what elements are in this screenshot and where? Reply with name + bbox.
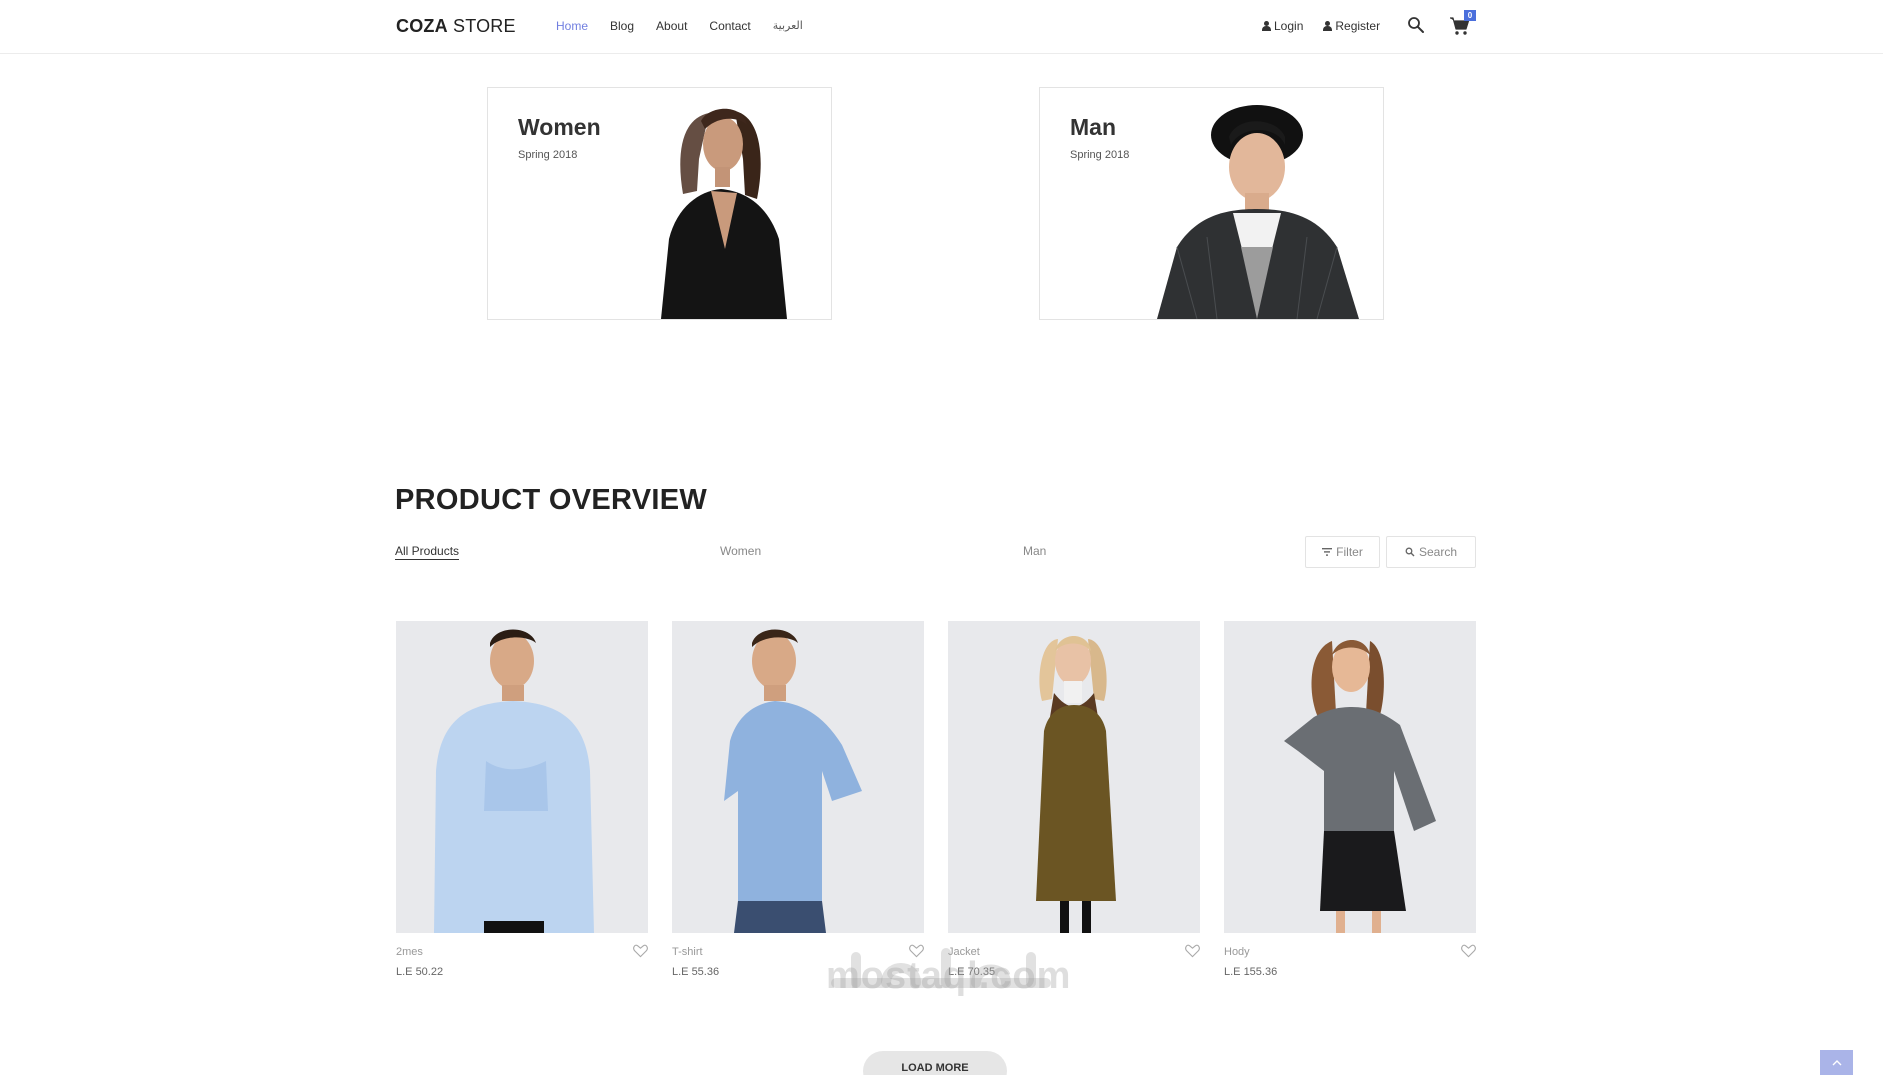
nav-home[interactable]: Home [556, 19, 588, 33]
register-link[interactable]: Register [1323, 19, 1380, 33]
account-links: Login Register [1262, 19, 1380, 33]
product-image[interactable] [672, 621, 924, 933]
heart-icon[interactable] [1461, 944, 1476, 958]
banner-women[interactable]: Women Spring 2018 [487, 87, 832, 320]
product-name: Hody [1224, 946, 1250, 958]
login-label: Login [1274, 19, 1304, 33]
login-link[interactable]: Login [1262, 19, 1303, 33]
filter-button[interactable]: Filter [1305, 536, 1380, 568]
search-icon[interactable] [1407, 16, 1425, 34]
nav-blog[interactable]: Blog [610, 19, 634, 33]
nav-arabic[interactable]: العربية [773, 19, 803, 33]
women-model-image [661, 108, 787, 319]
tab-all-products[interactable]: All Products [395, 544, 460, 560]
cart-count-badge: 0 [1464, 10, 1476, 21]
banner-man[interactable]: Man Spring 2018 [1039, 87, 1384, 320]
user-icon [1323, 21, 1333, 31]
nav-contact[interactable]: Contact [709, 19, 750, 33]
back-to-top-button[interactable] [1820, 1050, 1853, 1075]
product-price: L.E 55.36 [672, 966, 720, 978]
filter-icon [1322, 548, 1333, 556]
search-toggle-button[interactable]: Search [1386, 536, 1476, 568]
heart-icon[interactable] [633, 944, 648, 958]
banner-title: Women [518, 114, 601, 140]
section-title: PRODUCT OVERVIEW [395, 484, 708, 516]
product-image[interactable] [948, 621, 1200, 933]
product-card: T-shirt L.E 55.36 [672, 621, 924, 978]
product-card: Jacket L.E 70.35 [948, 621, 1200, 978]
heart-icon[interactable] [1185, 944, 1200, 958]
tab-women[interactable]: Women [720, 544, 761, 558]
logo[interactable]: COZA STORE [396, 16, 516, 37]
register-label: Register [1335, 19, 1381, 33]
product-name: 2mes [396, 946, 423, 958]
watermark-text: mostaql.com [826, 955, 1072, 997]
banner-subtitle: Spring 2018 [1070, 149, 1130, 161]
product-card: Hody L.E 155.36 [1224, 621, 1476, 978]
search-label: Search [1418, 545, 1458, 559]
nav-about[interactable]: About [656, 19, 687, 33]
product-card: 2mes L.E 50.22 [396, 621, 648, 978]
main-nav: Home Blog About Contact العربية [556, 19, 825, 33]
product-price: L.E 50.22 [396, 966, 444, 978]
load-more-button[interactable]: LOAD MORE [863, 1051, 1007, 1075]
product-image[interactable] [1224, 621, 1476, 933]
site-header: COZA STORE Home Blog About Contact العرب… [0, 0, 1883, 54]
product-image[interactable] [396, 621, 648, 933]
product-name: T-shirt [672, 946, 703, 958]
product-price: L.E 155.36 [1224, 966, 1278, 978]
search-icon [1405, 547, 1415, 557]
filter-label: Filter [1336, 545, 1363, 559]
tab-man[interactable]: Man [1023, 544, 1046, 558]
man-model-image [1157, 105, 1359, 319]
chevron-up-icon [1832, 1059, 1841, 1065]
banner-subtitle: Spring 2018 [518, 149, 578, 161]
banner-title: Man [1070, 114, 1116, 140]
user-icon [1262, 21, 1271, 31]
